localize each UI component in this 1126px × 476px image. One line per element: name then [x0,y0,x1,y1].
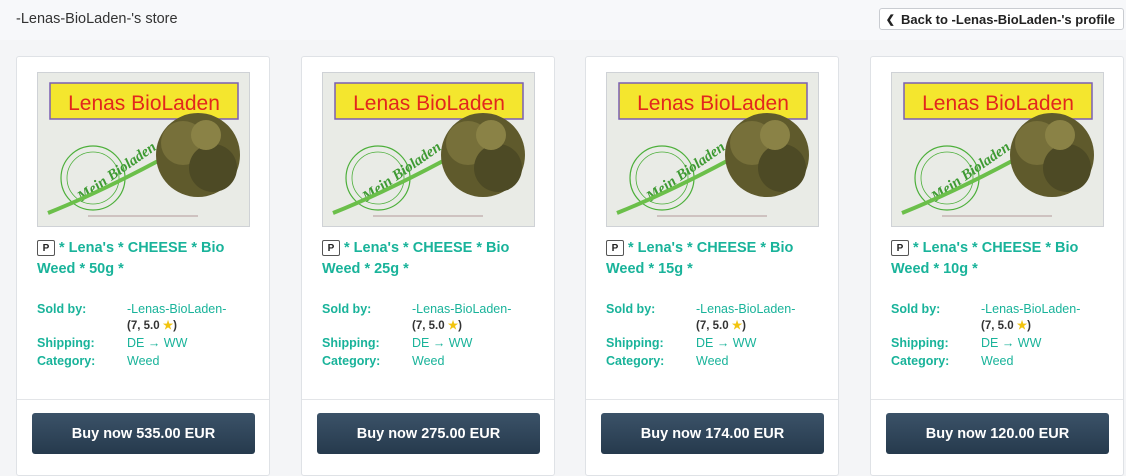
listing-card: Lenas BioLaden Mein Bioladen P * Lena's *… [585,56,839,476]
svg-text:Lenas BioLaden: Lenas BioLaden [922,92,1074,115]
buy-now-button[interactable]: Buy now 535.00 EUR [32,413,255,454]
listing-title: * Lena's * CHEESE * Bio Weed * 10g * [891,240,1079,277]
store-header: -Lenas-BioLaden-'s store ❮ Back to -Lena… [0,0,1126,41]
divider [17,399,269,400]
rating-close: ) [173,320,177,332]
seller-link[interactable]: -Lenas-BioLaden- [127,302,226,316]
seller-rating: (7, 5.0 ★) [127,318,226,332]
rating-close: ) [458,320,462,332]
listing-card: Lenas BioLaden Mein Bioladen P * Lena's *… [870,56,1124,476]
shipping-label: Shipping: [322,336,380,350]
seller-rating: (7, 5.0 ★) [696,318,795,332]
listing-badge: P [37,240,55,256]
divider [302,399,554,400]
listing-title: * Lena's * CHEESE * Bio Weed * 50g * [37,240,225,277]
seller-rating: (7, 5.0 ★) [981,318,1080,332]
listing-title: * Lena's * CHEESE * Bio Weed * 25g * [322,240,510,277]
buy-now-button[interactable]: Buy now 174.00 EUR [601,413,824,454]
listing-badge: P [322,240,340,256]
listing-card: Lenas BioLaden Mein Bioladen P * Lena's *… [16,56,270,476]
listing-badge: P [606,240,624,256]
shipping-label: Shipping: [606,336,664,350]
divider [871,399,1123,400]
back-to-profile-button[interactable]: ❮ Back to -Lenas-BioLaden-'s profile [878,8,1124,30]
rating-text: (7, 5.0 [981,320,1017,332]
listing-title: * Lena's * CHEESE * Bio Weed * 15g * [606,240,794,277]
sold-by-label: Sold by: [37,302,87,316]
shipping-value: DE → WW [127,336,188,350]
product-image[interactable]: Lenas BioLaden Mein Bioladen [891,72,1104,227]
divider [586,399,838,400]
category-link[interactable]: Weed [412,354,444,368]
listing-title-link[interactable]: P * Lena's * CHEESE * Bio Weed * 25g * [322,238,537,280]
rating-close: ) [1027,320,1031,332]
buy-now-button[interactable]: Buy now 120.00 EUR [886,413,1109,454]
listing-title-link[interactable]: P * Lena's * CHEESE * Bio Weed * 15g * [606,238,821,280]
star-icon: ★ [447,320,459,332]
star-icon: ★ [731,320,743,332]
product-image[interactable]: Lenas BioLaden Mein Bioladen [322,72,535,227]
category-label: Category: [37,354,96,368]
listing-meta: Sold by: -Lenas-BioLaden- (7, 5.0 ★) Shi… [37,302,257,372]
seller-link[interactable]: -Lenas-BioLaden- [412,302,511,316]
category-label: Category: [606,354,665,368]
sold-by-label: Sold by: [606,302,656,316]
star-icon: ★ [1016,320,1028,332]
seller-link[interactable]: -Lenas-BioLaden- [696,302,795,316]
shipping-value: DE → WW [696,336,757,350]
rating-text: (7, 5.0 [127,320,163,332]
sold-by-label: Sold by: [322,302,372,316]
shipping-label: Shipping: [891,336,949,350]
svg-text:Lenas BioLaden: Lenas BioLaden [353,92,505,115]
rating-text: (7, 5.0 [412,320,448,332]
listing-badge: P [891,240,909,256]
category-link[interactable]: Weed [981,354,1013,368]
sold-by-label: Sold by: [891,302,941,316]
seller-link[interactable]: -Lenas-BioLaden- [981,302,1080,316]
listing-card: Lenas BioLaden Mein Bioladen P * Lena's *… [301,56,555,476]
svg-text:Lenas BioLaden: Lenas BioLaden [637,92,789,115]
chevron-left-icon: ❮ [885,13,895,26]
rating-close: ) [742,320,746,332]
svg-text:Lenas BioLaden: Lenas BioLaden [68,92,220,115]
category-link[interactable]: Weed [696,354,728,368]
category-label: Category: [891,354,950,368]
listing-title-link[interactable]: P * Lena's * CHEESE * Bio Weed * 10g * [891,238,1106,280]
listing-meta: Sold by: -Lenas-BioLaden- (7, 5.0 ★) Shi… [606,302,826,372]
page-title: -Lenas-BioLaden-'s store [16,11,178,27]
seller-rating: (7, 5.0 ★) [412,318,511,332]
listing-grid: Lenas BioLaden Mein Bioladen P * Lena's *… [0,40,1126,476]
back-to-profile-label: Back to -Lenas-BioLaden-'s profile [900,11,1115,27]
category-link[interactable]: Weed [127,354,159,368]
rating-text: (7, 5.0 [696,320,732,332]
listing-title-link[interactable]: P * Lena's * CHEESE * Bio Weed * 50g * [37,238,252,280]
shipping-value: DE → WW [412,336,473,350]
product-image[interactable]: Lenas BioLaden Mein Bioladen [37,72,250,227]
buy-now-button[interactable]: Buy now 275.00 EUR [317,413,540,454]
product-image[interactable]: Lenas BioLaden Mein Bioladen [606,72,819,227]
star-icon: ★ [162,320,174,332]
listing-meta: Sold by: -Lenas-BioLaden- (7, 5.0 ★) Shi… [891,302,1111,372]
shipping-value: DE → WW [981,336,1042,350]
category-label: Category: [322,354,381,368]
shipping-label: Shipping: [37,336,95,350]
listing-meta: Sold by: -Lenas-BioLaden- (7, 5.0 ★) Shi… [322,302,542,372]
